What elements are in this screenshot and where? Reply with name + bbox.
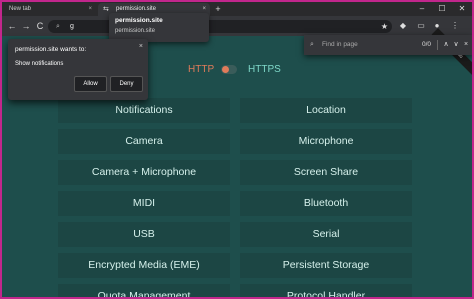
tab-strip: New tab × ⇆ permission.site × + – ☐ ✕: [2, 2, 472, 16]
bluetooth-button[interactable]: Bluetooth: [240, 191, 412, 216]
permission-title: permission.site wants to:: [15, 46, 87, 53]
serial-button[interactable]: Serial: [240, 222, 412, 247]
address-text[interactable]: g: [70, 20, 74, 33]
screen-share-button[interactable]: Screen Share: [240, 160, 412, 185]
permission-request: Show notifications: [15, 61, 64, 67]
camera-button[interactable]: Camera: [58, 129, 230, 154]
reload-button[interactable]: C: [34, 19, 46, 33]
menu-icon[interactable]: ⋮: [448, 19, 462, 33]
notifications-button[interactable]: Notifications: [58, 98, 230, 123]
hover-card-title: permission.site: [115, 17, 163, 24]
protocol-toggle[interactable]: [221, 65, 237, 74]
maximize-button[interactable]: ☐: [432, 2, 452, 16]
minimize-button[interactable]: –: [412, 2, 432, 16]
site-favicon-icon: ⇆: [103, 6, 109, 13]
camera-microphone-button[interactable]: Camera + Microphone: [58, 160, 230, 185]
https-link[interactable]: HTTPS: [248, 63, 281, 77]
find-next-button[interactable]: ∨: [451, 35, 461, 55]
find-count: 0/0: [422, 41, 432, 48]
tab-new-tab[interactable]: New tab ×: [4, 3, 96, 16]
window-controls: – ☐ ✕: [412, 2, 472, 16]
find-bar: ⌕ Find in page 0/0 ∧ ∨ ×: [304, 35, 472, 55]
cast-icon[interactable]: ▭: [414, 19, 428, 33]
find-separator: [437, 40, 438, 50]
microphone-button[interactable]: Microphone: [240, 129, 412, 154]
quota-management-button[interactable]: Quota Management: [58, 284, 230, 297]
protocol-handler-button[interactable]: Protocol Handler: [240, 284, 412, 297]
eme-button[interactable]: Encrypted Media (EME): [58, 253, 230, 278]
search-icon: ⌕: [310, 41, 314, 48]
bookmark-star-icon[interactable]: ★: [381, 20, 388, 33]
tab-label: permission.site: [116, 6, 157, 12]
tab-hover-card: permission.site permission.site: [109, 13, 209, 42]
browser-window: New tab × ⇆ permission.site × + – ☐ ✕ ← …: [2, 2, 472, 297]
location-button[interactable]: Location: [240, 98, 412, 123]
hover-card-domain: permission.site: [115, 28, 156, 34]
back-button[interactable]: ←: [6, 19, 18, 33]
find-previous-button[interactable]: ∧: [441, 35, 451, 55]
close-window-button[interactable]: ✕: [452, 2, 472, 16]
extension-icon[interactable]: ◆: [396, 19, 410, 33]
permission-prompt: × permission.site wants to: Show notific…: [8, 39, 148, 100]
search-icon: ⌕: [56, 23, 60, 30]
find-input[interactable]: Find in page: [322, 35, 358, 55]
find-close-button[interactable]: ×: [461, 35, 471, 55]
tab-label: New tab: [9, 6, 32, 12]
tab-close-icon[interactable]: ×: [88, 3, 92, 16]
close-icon[interactable]: ×: [139, 43, 143, 50]
midi-button[interactable]: MIDI: [58, 191, 230, 216]
deny-button[interactable]: Deny: [110, 76, 143, 92]
new-tab-button[interactable]: +: [213, 2, 223, 16]
http-link[interactable]: HTTP: [188, 63, 214, 77]
persistent-storage-button[interactable]: Persistent Storage: [240, 253, 412, 278]
usb-button[interactable]: USB: [58, 222, 230, 247]
address-bar[interactable]: ⌕ g ★: [48, 20, 392, 33]
forward-button[interactable]: →: [20, 19, 32, 33]
allow-button[interactable]: Allow: [74, 76, 107, 92]
browser-toolbar: ← → C ⌕ g ★ ◆ ▭ ● ⋮: [2, 16, 472, 36]
toggle-knob: [222, 66, 229, 73]
